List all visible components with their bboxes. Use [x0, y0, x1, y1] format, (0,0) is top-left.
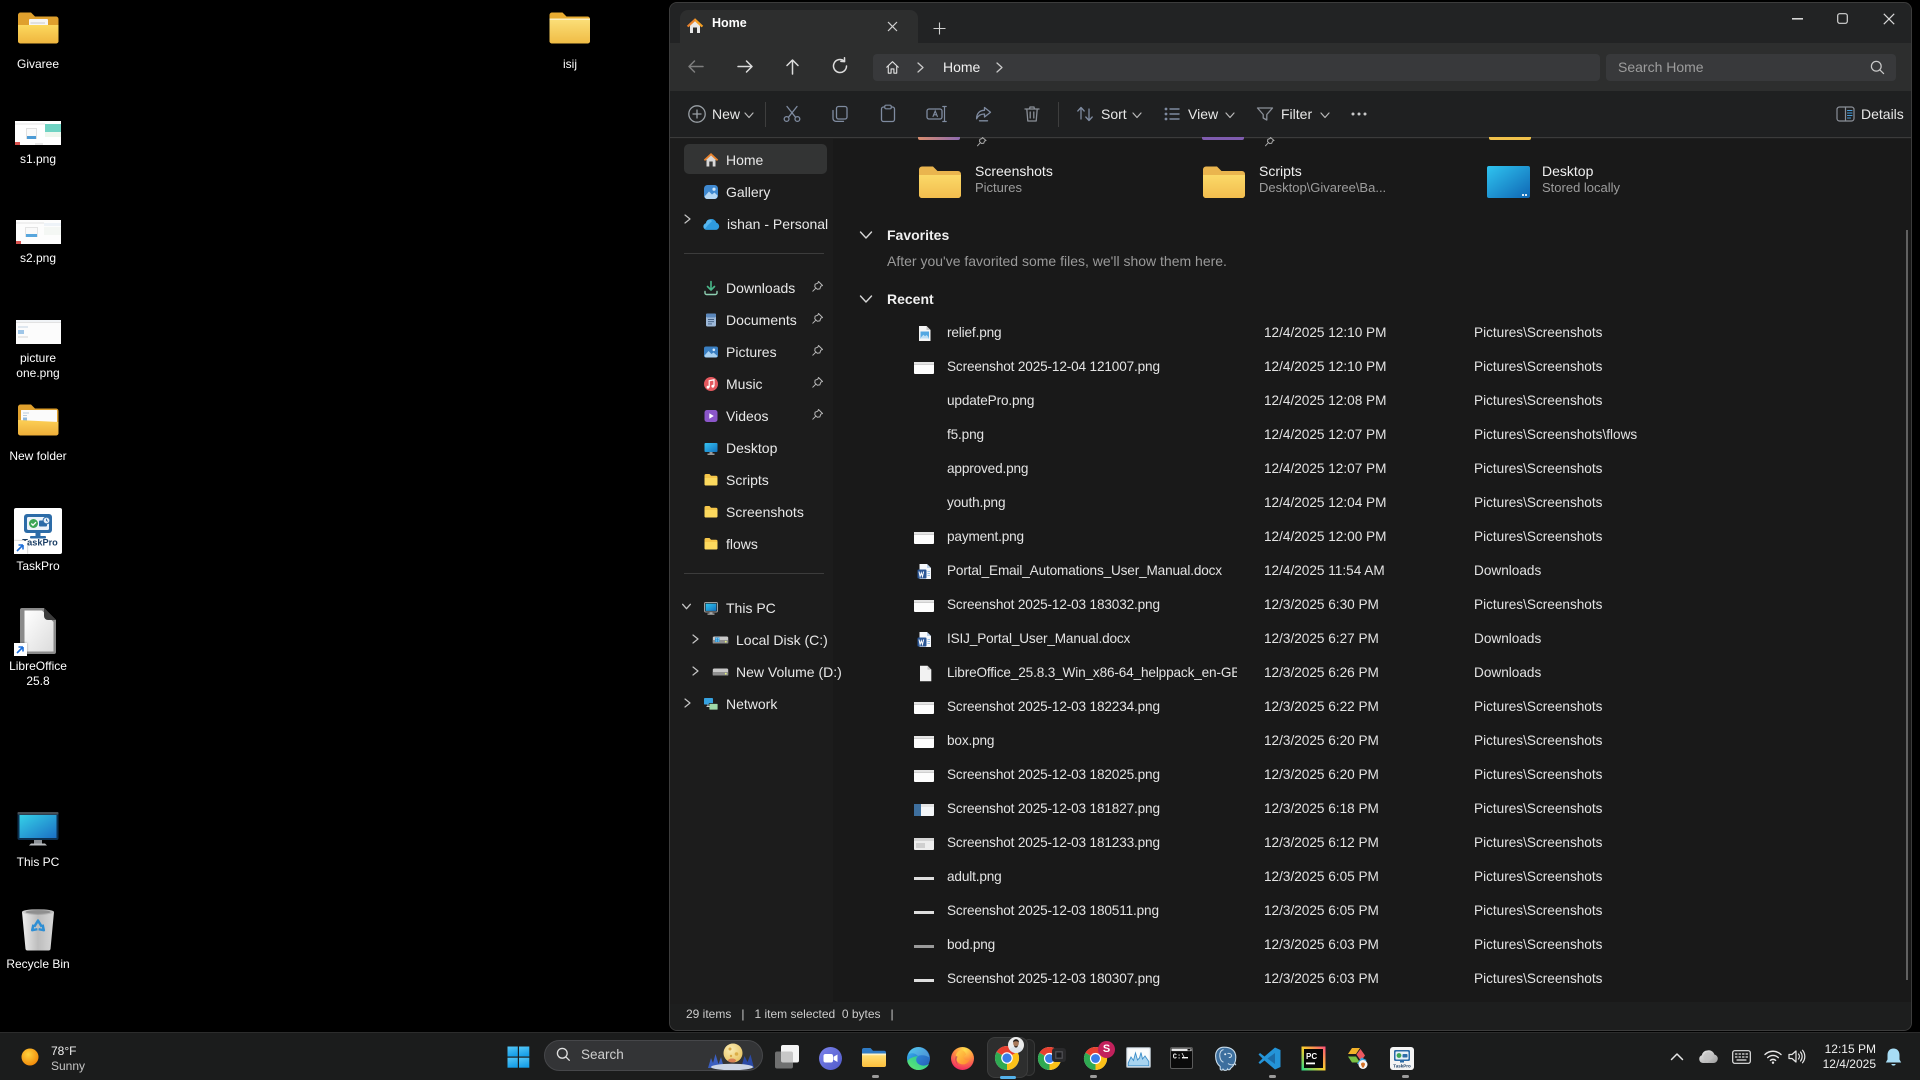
svg-text:TaskPro: TaskPro: [22, 538, 58, 548]
svg-text:PC: PC: [1306, 1052, 1317, 1061]
svg-text:TaskPro: TaskPro: [1393, 1064, 1411, 1069]
